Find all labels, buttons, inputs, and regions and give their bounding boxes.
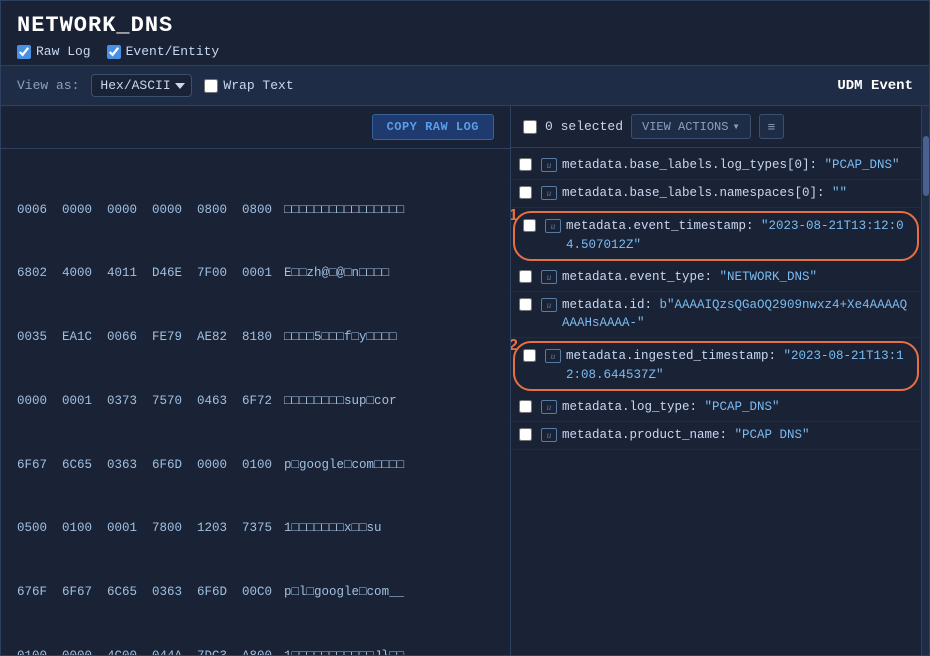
hex-line: 6F67 6C65 0363 6F6D 0000 0100 <box>17 455 272 476</box>
ascii-line: □□□□□□□□sup□cor <box>284 391 404 412</box>
view-actions-chevron-icon: ▾ <box>732 119 739 134</box>
ascii-line: 1□□□□□□□x□□su <box>284 518 404 539</box>
hex-column: 0006 0000 0000 0000 0800 0800 6802 4000 … <box>17 157 272 647</box>
view-as-select[interactable]: Hex/ASCII Raw Parsed <box>91 74 192 97</box>
filter-button[interactable]: ≡ <box>759 114 785 139</box>
udm-item: u metadata.event_type: "NETWORK_DNS" <box>511 264 921 292</box>
hex-line: 0035 EA1C 0066 FE79 AE82 8180 <box>17 327 272 348</box>
ascii-line: □□□□□□□□□□□□□□□□ <box>284 200 404 221</box>
udm-item-text: metadata.product_name: "PCAP DNS" <box>562 426 913 445</box>
event-entity-checkbox[interactable] <box>107 45 121 59</box>
udm-item-text: metadata.event_type: "NETWORK_DNS" <box>562 268 913 287</box>
udm-item: u metadata.id: b"AAAAIQzsQGaOQ2909nwxz4+… <box>511 292 921 339</box>
ascii-line: 1□□□□□□□□□□□J}□□ <box>284 646 404 655</box>
event-entity-checkbox-label[interactable]: Event/Entity <box>107 44 220 59</box>
toolbar: View as: Hex/ASCII Raw Parsed Wrap Text … <box>1 66 929 106</box>
page-title: NETWORK_DNS <box>17 13 913 38</box>
right-panel: 0 selected VIEW ACTIONS ▾ ≡ u met <box>511 106 921 655</box>
app-container: NETWORK_DNS Raw Log Event/Entity View as… <box>0 0 930 656</box>
main-content: COPY RAW LOG 0006 0000 0000 0000 0800 08… <box>1 106 929 655</box>
udm-item-checkbox[interactable] <box>519 158 535 175</box>
udm-type-icon: u <box>541 158 557 172</box>
selected-checkbox-container <box>523 120 537 134</box>
ascii-line: □□□□5□□□f□y□□□□ <box>284 327 404 348</box>
udm-type-icon: u <box>545 219 561 233</box>
highlighted-item-2: u metadata.ingested_timestamp: "2023-08-… <box>513 341 919 391</box>
view-actions-button[interactable]: VIEW ACTIONS ▾ <box>631 114 751 139</box>
view-actions-label: VIEW ACTIONS <box>642 120 728 134</box>
hex-line: 0006 0000 0000 0000 0800 0800 <box>17 200 272 221</box>
udm-item-event-timestamp: u metadata.event_timestamp: "2023-08-21T… <box>519 215 913 257</box>
udm-item-checkbox[interactable] <box>523 349 539 366</box>
udm-type-icon: u <box>541 298 557 312</box>
ascii-line: E□□zh@□@□n□□□□ <box>284 263 404 284</box>
hex-line: 0500 0100 0001 7800 1203 7375 <box>17 518 272 539</box>
hex-line: 0000 0001 0373 7570 0463 6F72 <box>17 391 272 412</box>
view-as-label: View as: <box>17 78 79 93</box>
ascii-column: □□□□□□□□□□□□□□□□ E□□zh@□@□n□□□□ □□□□5□□□… <box>284 157 404 647</box>
raw-log-checkbox[interactable] <box>17 45 31 59</box>
highlighted-item-1: u metadata.event_timestamp: "2023-08-21T… <box>513 211 919 261</box>
selected-count: 0 selected <box>545 119 623 134</box>
scrollbar-track[interactable] <box>921 106 929 655</box>
wrap-text-checkbox[interactable] <box>204 79 218 93</box>
udm-item-checkbox[interactable] <box>519 186 535 203</box>
filter-icon: ≡ <box>768 119 776 134</box>
event-entity-label: Event/Entity <box>126 44 220 59</box>
hex-line: 6802 4000 4011 D46E 7F00 0001 <box>17 263 272 284</box>
wrap-text-label[interactable]: Wrap Text <box>204 78 293 93</box>
udm-item: u metadata.log_type: "PCAP_DNS" <box>511 394 921 422</box>
udm-item-checkbox[interactable] <box>519 428 535 445</box>
wrap-text-text: Wrap Text <box>223 78 293 93</box>
annotation-2: 2 <box>511 337 518 355</box>
udm-type-icon: u <box>541 400 557 414</box>
annotation-1: 1 <box>511 207 518 225</box>
udm-item: u metadata.base_labels.log_types[0]: "PC… <box>511 152 921 180</box>
udm-item-text: metadata.base_labels.namespaces[0]: "" <box>562 184 913 203</box>
left-panel-toolbar: COPY RAW LOG <box>1 106 510 149</box>
scrollbar-thumb[interactable] <box>923 136 929 196</box>
right-panel-toolbar: 0 selected VIEW ACTIONS ▾ ≡ <box>511 106 921 148</box>
udm-item-checkbox[interactable] <box>523 219 539 236</box>
ascii-line: p□google□com□□□□ <box>284 455 404 476</box>
hex-line: 676F 6F67 6C65 0363 6F6D 00C0 <box>17 582 272 603</box>
left-panel: COPY RAW LOG 0006 0000 0000 0000 0800 08… <box>1 106 511 655</box>
udm-item-checkbox[interactable] <box>519 400 535 417</box>
udm-item-text: metadata.id: b"AAAAIQzsQGaOQ2909nwxz4+Xe… <box>562 296 913 334</box>
udm-item-text: metadata.base_labels.log_types[0]: "PCAP… <box>562 156 913 175</box>
udm-type-icon: u <box>545 349 561 363</box>
udm-item-text: metadata.log_type: "PCAP_DNS" <box>562 398 913 417</box>
hex-content: 0006 0000 0000 0000 0800 0800 6802 4000 … <box>1 149 510 655</box>
header: NETWORK_DNS Raw Log Event/Entity <box>1 1 929 66</box>
udm-item-text: metadata.ingested_timestamp: "2023-08-21… <box>566 347 909 385</box>
raw-log-checkbox-label[interactable]: Raw Log <box>17 44 91 59</box>
udm-event-label: UDM Event <box>837 78 913 94</box>
copy-raw-log-button[interactable]: COPY RAW LOG <box>372 114 494 140</box>
udm-item: u metadata.base_labels.namespaces[0]: "" <box>511 180 921 208</box>
udm-item-ingested-timestamp: u metadata.ingested_timestamp: "2023-08-… <box>519 345 913 387</box>
select-all-checkbox[interactable] <box>523 120 537 134</box>
udm-item: u metadata.product_name: "PCAP DNS" <box>511 422 921 450</box>
header-checkboxes: Raw Log Event/Entity <box>17 44 913 59</box>
udm-type-icon: u <box>541 270 557 284</box>
udm-item-checkbox[interactable] <box>519 270 535 287</box>
udm-item-checkbox[interactable] <box>519 298 535 315</box>
udm-type-icon: u <box>541 186 557 200</box>
udm-type-icon: u <box>541 428 557 442</box>
hex-line: 0100 0000 4C00 044A 7DC3 A800 <box>17 646 272 655</box>
udm-list[interactable]: u metadata.base_labels.log_types[0]: "PC… <box>511 148 921 655</box>
raw-log-label: Raw Log <box>36 44 91 59</box>
udm-item-text: metadata.event_timestamp: "2023-08-21T13… <box>566 217 909 255</box>
ascii-line: p□l□google□com__ <box>284 582 404 603</box>
